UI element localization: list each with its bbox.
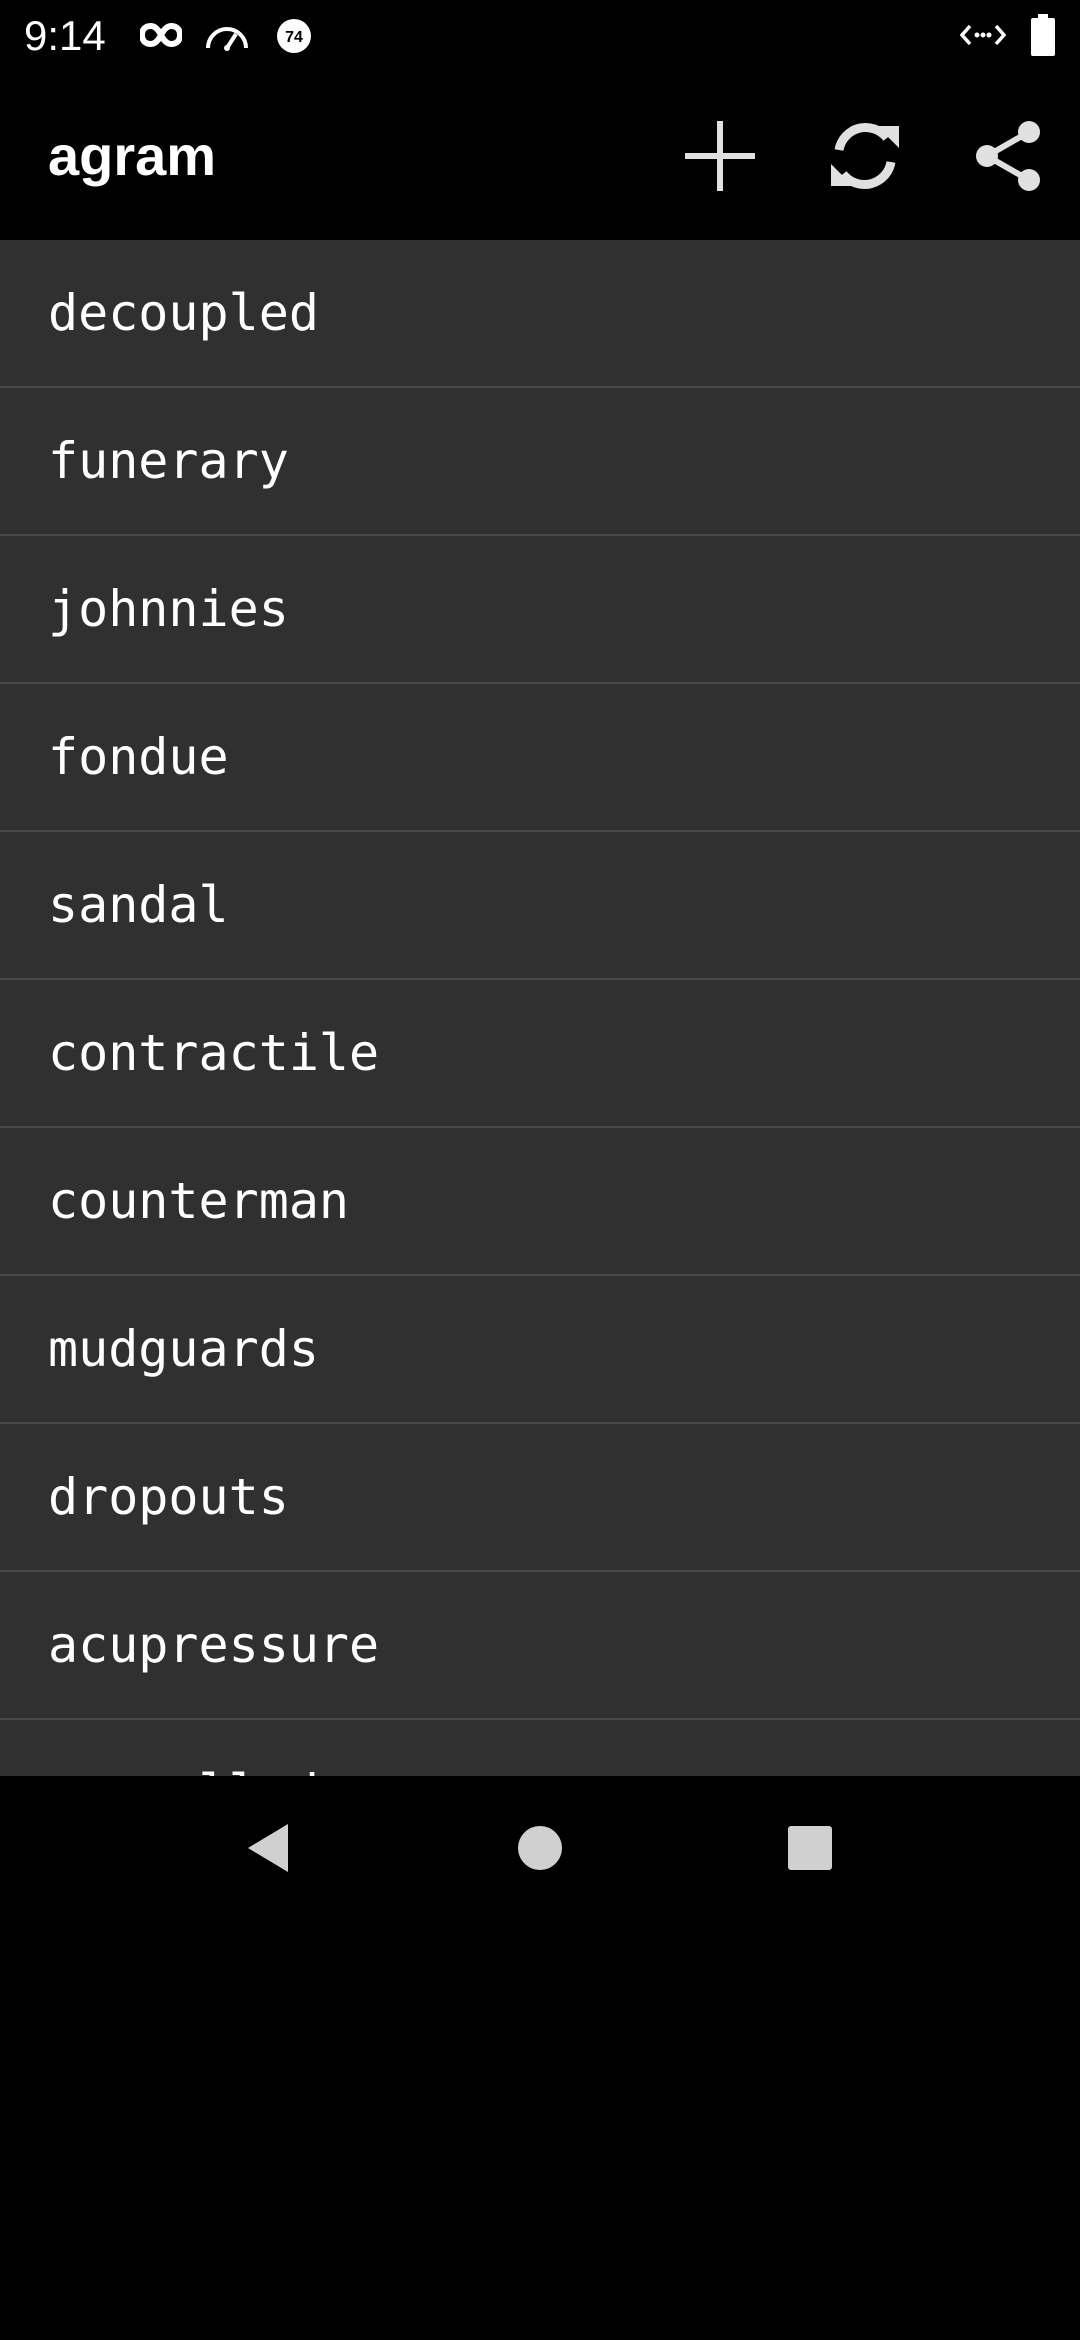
refresh-icon [831,123,899,189]
navigation-bar [0,1776,1080,1920]
list-item[interactable]: sandal [0,832,1080,980]
list-item[interactable]: compelled [0,1720,1080,1776]
data-saver-icon [960,24,1006,46]
list-item-label: johnnies [48,580,289,638]
home-icon [518,1826,562,1870]
back-icon [248,1824,288,1872]
home-button[interactable] [492,1800,588,1896]
empty-area [0,1920,1080,2340]
list-item[interactable]: decoupled [0,240,1080,388]
list-item-label: compelled [48,1720,319,1776]
recents-icon [788,1826,832,1870]
list-item-label: mudguards [48,1320,319,1378]
list-item-label: acupressure [48,1616,380,1674]
recents-button[interactable] [762,1800,858,1896]
list-item-label: counterman [48,1172,350,1230]
badge-number: 74 [285,29,303,46]
app-title: agram [48,124,217,187]
list-item[interactable]: counterman [0,1128,1080,1276]
list-item[interactable]: dropouts [0,1424,1080,1572]
battery-icon [1031,14,1055,56]
infinity-icon [140,22,182,48]
plus-icon [685,121,755,191]
status-bar: 9:14 74 [0,0,1080,72]
list-item[interactable]: fondue [0,684,1080,832]
refresh-button[interactable] [817,108,913,204]
list-item-label: contractile [48,1024,380,1082]
share-button[interactable] [961,108,1057,204]
status-time: 9:14 [24,12,106,59]
add-button[interactable] [672,108,768,204]
notification-badge-icon: 74 [277,19,311,53]
list-item-label: decoupled [48,284,319,342]
list-item[interactable]: johnnies [0,536,1080,684]
speedometer-icon [206,27,248,51]
back-button[interactable] [220,1800,316,1896]
app-bar: agram [0,72,1080,240]
list-item[interactable]: acupressure [0,1572,1080,1720]
list-item-label: dropouts [48,1468,289,1526]
list-item-label: funerary [48,432,289,490]
share-icon [976,121,1040,191]
list-item[interactable]: mudguards [0,1276,1080,1424]
word-list[interactable]: decoupled funerary johnnies fondue sandal con… [0,240,1080,1776]
list-item[interactable]: contractile [0,980,1080,1128]
list-item[interactable]: funerary [0,388,1080,536]
list-item-label: sandal [48,876,229,934]
list-item-label: fondue [48,728,229,786]
